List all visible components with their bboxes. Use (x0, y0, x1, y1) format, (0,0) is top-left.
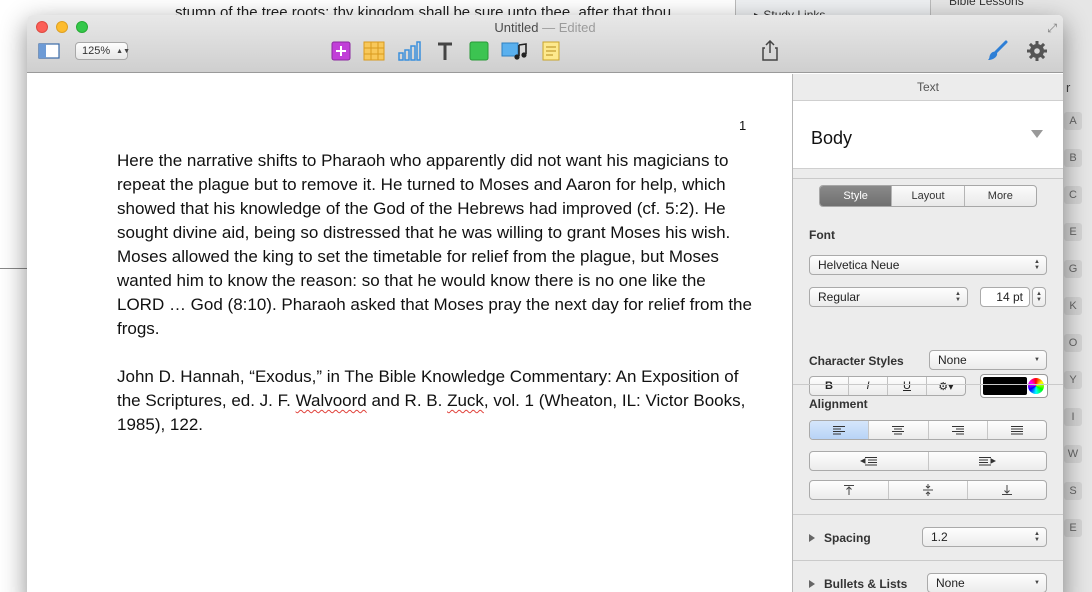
increase-indent-icon[interactable] (927, 452, 1047, 470)
disclosure-triangle-icon[interactable] (809, 534, 815, 542)
divider (793, 384, 1063, 385)
font-size-stepper[interactable]: ▲ ▼ (1032, 287, 1046, 307)
divider (793, 514, 1063, 515)
text-icon[interactable] (433, 39, 457, 63)
document-page[interactable]: 1 Here the narrative shifts to Pharaoh w… (27, 74, 792, 592)
background-divider (0, 268, 28, 269)
inspector-title: Text (916, 80, 939, 94)
text-color-swatch[interactable] (983, 377, 1027, 395)
index-letter[interactable]: C (1064, 186, 1082, 204)
document-body[interactable]: Here the narrative shifts to Pharaoh who… (117, 149, 757, 461)
window-title: Untitled — Edited (494, 20, 596, 35)
align-center-icon[interactable] (868, 421, 927, 439)
sidebar-icon[interactable] (37, 39, 61, 63)
indent-buttons (809, 451, 1047, 471)
divider (793, 560, 1063, 561)
font-family-select[interactable]: Helvetica Neue ▲ ▼ (809, 255, 1047, 275)
index-letter[interactable]: W (1064, 445, 1082, 463)
share-icon[interactable] (758, 39, 782, 63)
note-icon[interactable] (539, 39, 563, 63)
zoom-select[interactable]: 125% ▲▼ (75, 42, 130, 60)
alignment-label: Alignment (809, 397, 868, 411)
index-letter[interactable]: S (1064, 482, 1082, 500)
text-color-well[interactable] (980, 374, 1048, 398)
italic-button[interactable]: I (848, 377, 887, 395)
character-styles-label: Character Styles (809, 354, 904, 368)
chart-icon[interactable] (396, 39, 422, 63)
typeface-select[interactable]: Regular ▲ ▼ (809, 287, 968, 307)
paragraph-style-name: Body (811, 128, 853, 148)
spelling-error[interactable]: Zuck (447, 391, 484, 410)
character-style-select[interactable]: None ▼ (929, 350, 1047, 370)
index-letter[interactable]: Y (1064, 371, 1082, 389)
fullscreen-icon[interactable]: ⤢ (1047, 21, 1057, 36)
gear-icon[interactable] (1025, 39, 1049, 63)
align-bottom-icon[interactable] (967, 481, 1046, 499)
format-inspector: Text Body Style Layout More Font Helveti… (792, 74, 1063, 592)
tab-style[interactable]: Style (820, 186, 892, 206)
spacing-select[interactable]: 1.2 ▲ ▼ (922, 527, 1047, 547)
paragraph-style-picker[interactable]: Body (793, 100, 1063, 169)
color-wheel-icon[interactable] (1028, 378, 1044, 394)
tab-more[interactable]: More (963, 186, 1036, 206)
underline-button[interactable]: U (887, 377, 926, 395)
index-letter[interactable]: B (1064, 149, 1082, 167)
font-size-field[interactable]: 14 pt (980, 287, 1030, 307)
bullets-select[interactable]: None ▼ (927, 573, 1047, 592)
index-letter[interactable]: K (1064, 297, 1082, 315)
format-brush-icon[interactable] (985, 39, 1009, 63)
vertical-alignment-buttons (809, 480, 1047, 500)
alignment-buttons (809, 420, 1047, 440)
page-number: 1 (739, 118, 747, 133)
text-format-buttons: B I U ⚙▾ (809, 376, 966, 396)
background-right-char: r (1066, 80, 1071, 95)
bullets-label[interactable]: Bullets & Lists (824, 577, 907, 591)
spacing-label[interactable]: Spacing (824, 531, 871, 545)
comment-icon[interactable] (329, 39, 353, 63)
table-icon[interactable] (362, 39, 386, 63)
index-letter[interactable]: E (1064, 519, 1082, 537)
index-letter[interactable]: G (1064, 260, 1082, 278)
pages-window: Untitled — Edited ⤢ 125% ▲▼ 1 Here the n… (27, 15, 1063, 592)
decrease-indent-icon[interactable] (810, 452, 928, 470)
align-top-icon[interactable] (810, 481, 888, 499)
inspector-tabs: Style Layout More (819, 185, 1037, 207)
disclosure-triangle-icon[interactable] (809, 580, 815, 588)
index-letter[interactable]: O (1064, 334, 1082, 352)
citation-paragraph[interactable]: John D. Hannah, “Exodus,” in The Bible K… (117, 365, 757, 437)
edited-indicator: — Edited (538, 20, 596, 35)
index-letter[interactable]: I (1064, 408, 1082, 426)
media-icon[interactable] (501, 39, 529, 63)
shape-icon[interactable] (467, 39, 491, 63)
body-paragraph[interactable]: Here the narrative shifts to Pharaoh who… (117, 149, 757, 341)
divider (793, 178, 1063, 179)
align-middle-icon[interactable] (888, 481, 967, 499)
index-letter[interactable]: A (1064, 112, 1082, 130)
spelling-error[interactable]: Walvoord (296, 391, 367, 410)
window-toolbar: Untitled — Edited ⤢ 125% ▲▼ (27, 15, 1063, 73)
index-letter[interactable]: E (1064, 223, 1082, 241)
font-section-label: Font (809, 228, 835, 242)
chevron-down-icon[interactable] (1031, 130, 1043, 138)
bold-button[interactable]: B (810, 377, 848, 395)
justify-icon[interactable] (986, 421, 1046, 439)
index-letter-list: A B C E G K O Y I W S E (1064, 112, 1084, 556)
align-right-icon[interactable] (927, 421, 987, 439)
text-options-gear-icon[interactable]: ⚙▾ (926, 377, 965, 395)
align-left-icon[interactable] (810, 421, 869, 439)
background-right-label: Bible Lessons (949, 0, 1024, 8)
tab-layout[interactable]: Layout (891, 186, 963, 206)
